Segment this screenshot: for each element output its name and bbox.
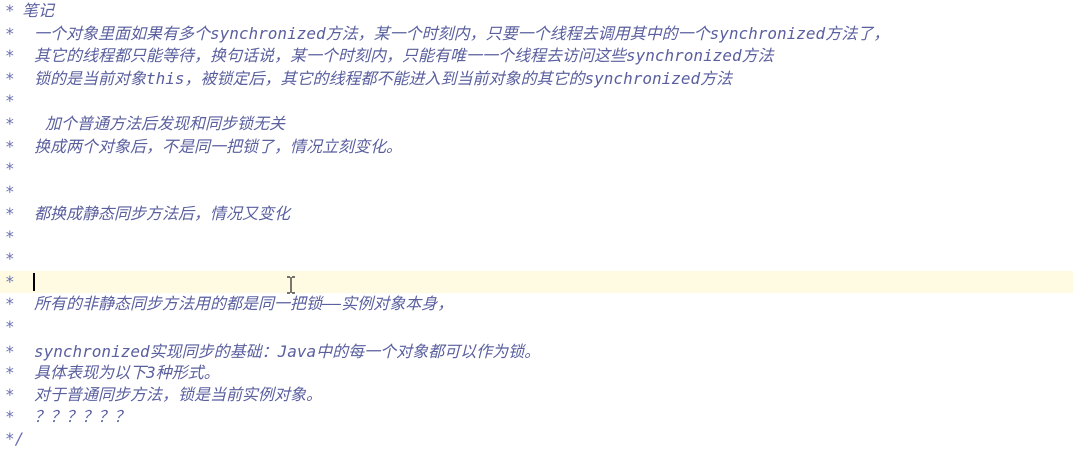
- ibeam-cursor-icon: [287, 276, 295, 294]
- comment-line-9[interactable]: *: [0, 181, 1073, 203]
- comment-star: *: [5, 385, 15, 404]
- comment-line-15[interactable]: *: [0, 316, 1073, 338]
- text-caret: [33, 273, 35, 291]
- comment-text: 对于普通同步方法，锁是当前实例对象。: [34, 385, 323, 404]
- comment-line-6[interactable]: * 加个普通方法后发现和同步锁无关: [0, 113, 1073, 135]
- comment-text: 具体表现为以下3种形式。: [34, 363, 220, 382]
- current-line[interactable]: *: [0, 271, 1073, 293]
- comment-line-17[interactable]: * 具体表现为以下3种形式。: [0, 362, 1073, 384]
- comment-text: 加个普通方法后发现和同步锁无关: [45, 114, 286, 133]
- comment-line-19[interactable]: * ？？？？？？: [0, 406, 1073, 428]
- comment-end-line[interactable]: */: [0, 428, 1073, 449]
- comment-text: 笔记: [22, 1, 55, 20]
- comment-star: *: [5, 182, 15, 201]
- comment-star: *: [5, 272, 15, 291]
- comment-line-5[interactable]: *: [0, 90, 1073, 112]
- comment-line-14[interactable]: * 所有的非静态同步方法用的都是同一把锁——实例对象本身，: [0, 293, 1073, 315]
- comment-text: 都换成静态同步方法后，情况又变化: [34, 204, 291, 223]
- comment-line-16[interactable]: * synchronized实现同步的基础：Java中的每一个对象都可以作为锁。: [0, 341, 1073, 363]
- comment-star: *: [5, 249, 15, 268]
- comment-star: *: [5, 342, 15, 361]
- comment-line-18[interactable]: * 对于普通同步方法，锁是当前实例对象。: [0, 384, 1073, 406]
- comment-star: *: [5, 114, 15, 133]
- comment-star: *: [5, 204, 15, 223]
- comment-text: 一个对象里面如果有多个synchronized方法，某一个时刻内，只要一个线程去…: [34, 24, 890, 43]
- comment-text: ？？？？？？: [34, 407, 131, 426]
- comment-line-12[interactable]: *: [0, 248, 1073, 270]
- comment-star: *: [5, 363, 15, 382]
- comment-text: 其它的线程都只能等待，换句话说，某一个时刻内，只能有唯一一个线程去访问这些syn…: [34, 46, 774, 65]
- comment-text: synchronized实现同步的基础：Java中的每一个对象都可以作为锁。: [34, 342, 541, 361]
- comment-line-11[interactable]: *: [0, 226, 1073, 248]
- comment-line-2[interactable]: * 一个对象里面如果有多个synchronized方法，某一个时刻内，只要一个线…: [0, 23, 1073, 45]
- comment-star: *: [5, 69, 15, 88]
- comment-star: *: [5, 91, 15, 110]
- comment-star: *: [5, 294, 15, 313]
- comment-star: *: [5, 46, 15, 65]
- comment-star: *: [5, 317, 15, 336]
- comment-star: *: [5, 227, 15, 246]
- comment-line-10[interactable]: * 都换成静态同步方法后，情况又变化: [0, 203, 1073, 225]
- comment-star: *: [5, 1, 15, 20]
- comment-close: */: [5, 429, 25, 448]
- comment-star: *: [5, 24, 15, 43]
- comment-line-1[interactable]: * 笔记: [0, 0, 1073, 22]
- comment-line-4[interactable]: * 锁的是当前对象this，被锁定后，其它的线程都不能进入到当前对象的其它的sy…: [0, 68, 1073, 90]
- comment-line-7[interactable]: * 换成两个对象后，不是同一把锁了，情况立刻变化。: [0, 136, 1073, 158]
- comment-line-8[interactable]: *: [0, 158, 1073, 180]
- comment-text: 所有的非静态同步方法用的都是同一把锁——实例对象本身，: [34, 294, 454, 313]
- comment-text: 锁的是当前对象this，被锁定后，其它的线程都不能进入到当前对象的其它的sync…: [34, 69, 733, 88]
- comment-text: 换成两个对象后，不是同一把锁了，情况立刻变化。: [34, 137, 403, 156]
- code-editor[interactable]: * 笔记 * 一个对象里面如果有多个synchronized方法，某一个时刻内，…: [0, 0, 1073, 449]
- comment-star: *: [5, 159, 15, 178]
- comment-line-3[interactable]: * 其它的线程都只能等待，换句话说，某一个时刻内，只能有唯一一个线程去访问这些s…: [0, 45, 1073, 67]
- comment-star: *: [5, 137, 15, 156]
- comment-star: *: [5, 407, 15, 426]
